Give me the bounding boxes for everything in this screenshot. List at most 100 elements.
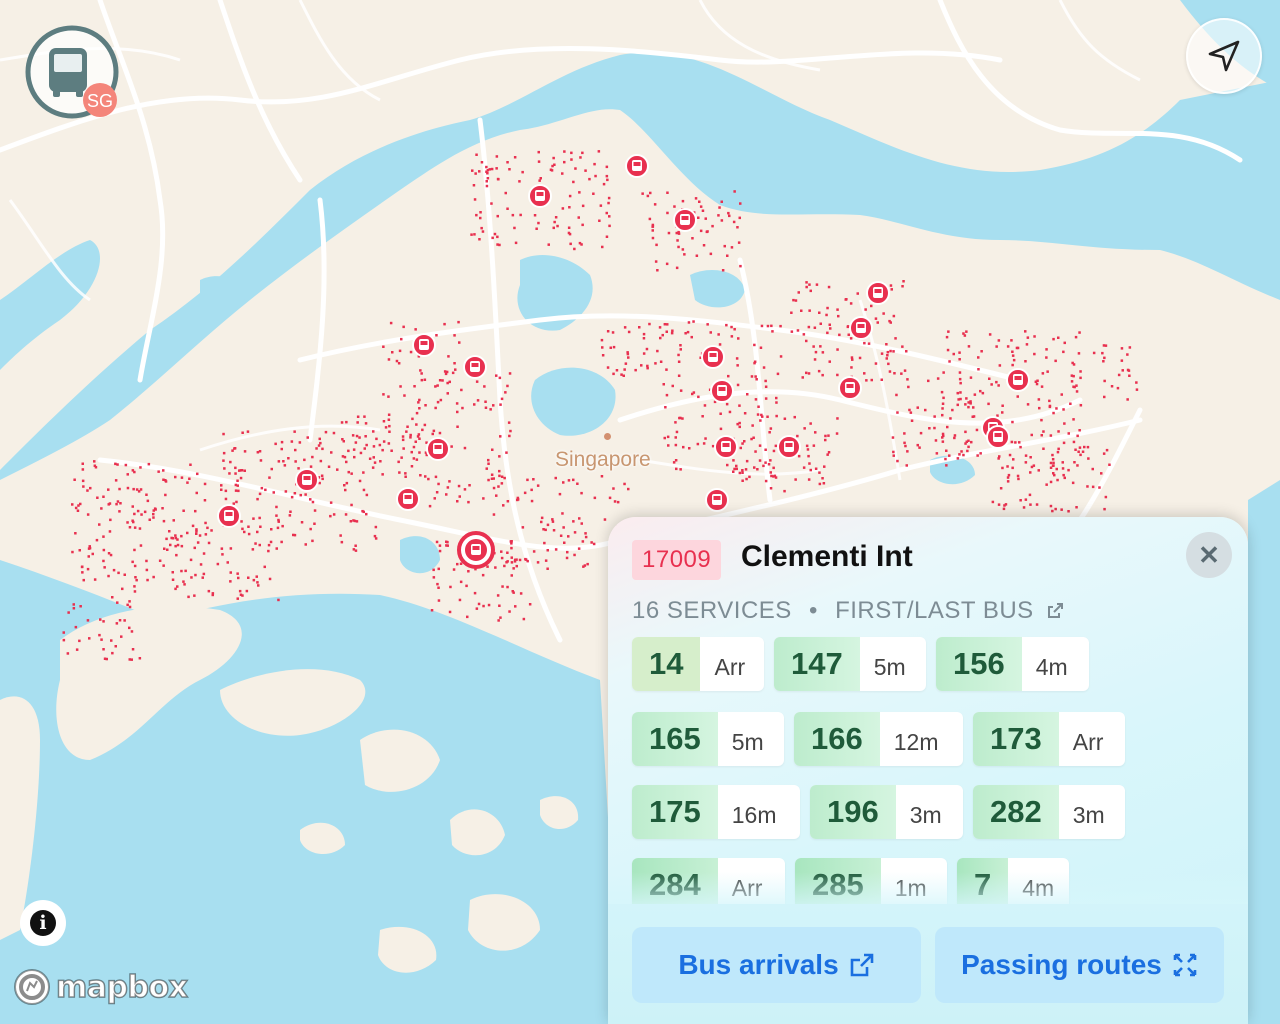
bus-stop-dot[interactable]: [180, 544, 184, 548]
bus-stop-dot[interactable]: [344, 513, 348, 516]
bus-stop-dot[interactable]: [82, 578, 86, 582]
bus-stop-dot[interactable]: [537, 160, 541, 163]
bus-stop-dot[interactable]: [1040, 418, 1043, 422]
bus-stop-dot[interactable]: [164, 493, 167, 497]
bus-stop-dot[interactable]: [409, 436, 412, 439]
bus-stop-dot[interactable]: [355, 434, 359, 438]
bus-stop-dot[interactable]: [800, 309, 803, 313]
bus-stop-dot[interactable]: [886, 350, 890, 354]
bus-stop-dot[interactable]: [733, 328, 736, 331]
bus-stop-dot[interactable]: [240, 469, 244, 472]
bus-stop-dot[interactable]: [116, 463, 119, 466]
bus-stop-dot[interactable]: [1035, 382, 1039, 386]
bus-stop-dot[interactable]: [1135, 388, 1139, 391]
bus-stop-dot[interactable]: [1074, 448, 1077, 452]
bus-stop-dot[interactable]: [540, 516, 544, 520]
bus-stop-dot[interactable]: [1120, 359, 1124, 362]
bus-stop-dot[interactable]: [436, 400, 440, 404]
bus-stop-dot[interactable]: [329, 501, 333, 504]
bus-stop-dot[interactable]: [600, 475, 604, 478]
bus-stop-dot[interactable]: [220, 488, 223, 492]
bus-stop-dot[interactable]: [508, 168, 511, 171]
bus-stop-dot[interactable]: [496, 235, 499, 239]
bus-stop-dot[interactable]: [1024, 498, 1028, 501]
bus-stop-dot[interactable]: [463, 446, 467, 450]
bus-stop-dot[interactable]: [663, 323, 667, 326]
bus-stop-dot[interactable]: [1006, 345, 1010, 348]
bus-stop-dot[interactable]: [796, 434, 799, 438]
bus-stop-dot[interactable]: [679, 348, 683, 351]
bus-stop-dot[interactable]: [1051, 458, 1055, 461]
bus-stop-dot[interactable]: [434, 475, 438, 479]
bus-stop-dot[interactable]: [500, 482, 504, 485]
bus-stop-dot[interactable]: [1072, 418, 1075, 421]
bus-stop-dot[interactable]: [371, 466, 375, 469]
bus-stop-dot[interactable]: [204, 521, 207, 525]
bus-stop-dot[interactable]: [797, 454, 801, 458]
bus-stop-dot[interactable]: [739, 446, 743, 450]
bus-stop-dot[interactable]: [509, 429, 512, 433]
bus-stop-dot[interactable]: [896, 459, 899, 463]
interchange-pin[interactable]: [463, 355, 487, 379]
bus-stop-dot[interactable]: [495, 155, 499, 158]
bus-stop-dot[interactable]: [93, 578, 97, 581]
bus-stop-dot[interactable]: [952, 352, 956, 356]
bus-stop-dot[interactable]: [329, 514, 332, 518]
bus-stop-dot[interactable]: [354, 441, 358, 444]
bus-stop-dot[interactable]: [162, 478, 165, 482]
bus-stop-dot[interactable]: [275, 505, 278, 509]
bus-stop-dot[interactable]: [528, 603, 532, 606]
bus-stop-dot[interactable]: [972, 415, 976, 418]
bus-stop-dot[interactable]: [551, 520, 555, 523]
bus-stop-dot[interactable]: [71, 503, 74, 506]
bus-stop-dot[interactable]: [551, 164, 554, 168]
bus-stop-dot[interactable]: [1049, 434, 1053, 437]
bus-stop-dot[interactable]: [1060, 508, 1063, 511]
bus-stop-dot[interactable]: [613, 500, 617, 503]
bus-stop-dot[interactable]: [1040, 385, 1044, 388]
bus-stop-dot[interactable]: [736, 422, 739, 426]
bus-stop-dot[interactable]: [475, 607, 479, 610]
bus-stop-dot[interactable]: [131, 648, 135, 651]
bus-stop-dot[interactable]: [554, 216, 558, 219]
bus-stop-dot[interactable]: [448, 610, 452, 614]
bus-stop-dot[interactable]: [131, 519, 134, 523]
bus-stop-dot[interactable]: [888, 370, 892, 373]
bus-stop-dot[interactable]: [552, 529, 556, 532]
bus-stop-dot[interactable]: [626, 352, 630, 356]
bus-stop-dot[interactable]: [990, 383, 993, 386]
bus-stop-dot[interactable]: [933, 426, 936, 430]
bus-stop-dot[interactable]: [133, 564, 137, 568]
bus-stop-dot[interactable]: [412, 457, 416, 460]
bus-stop-dot[interactable]: [497, 485, 500, 488]
close-button[interactable]: ✕: [1186, 532, 1232, 578]
bus-stop-dot[interactable]: [738, 471, 742, 475]
bus-stop-dot[interactable]: [1120, 347, 1124, 350]
bus-stop-dot[interactable]: [482, 604, 485, 608]
bus-stop-dot[interactable]: [196, 472, 199, 476]
bus-stop-dot[interactable]: [441, 379, 444, 382]
bus-stop-dot[interactable]: [1033, 352, 1036, 356]
bus-stop-dot[interactable]: [1108, 463, 1111, 467]
bus-stop-dot[interactable]: [340, 540, 344, 544]
bus-stop-dot[interactable]: [487, 478, 490, 482]
bus-stop-dot[interactable]: [483, 385, 486, 388]
bus-stop-dot[interactable]: [562, 481, 565, 484]
bus-stop-dot[interactable]: [907, 385, 910, 389]
bus-stop-dot[interactable]: [264, 488, 267, 492]
bus-stop-dot[interactable]: [272, 491, 276, 494]
bus-stop-dot[interactable]: [191, 524, 195, 528]
bus-stop-dot[interactable]: [592, 192, 595, 196]
bus-stop-dot[interactable]: [268, 476, 271, 479]
bus-stop-dot[interactable]: [945, 464, 948, 467]
bus-stop-dot[interactable]: [919, 431, 923, 435]
bus-stop-dot[interactable]: [819, 322, 823, 326]
bus-stop-dot[interactable]: [284, 490, 288, 493]
bus-stop-dot[interactable]: [506, 161, 509, 164]
bus-stop-dot[interactable]: [623, 368, 626, 371]
bus-stop-dot[interactable]: [510, 561, 514, 564]
bus-stop-dot[interactable]: [569, 242, 572, 246]
bus-stop-dot[interactable]: [573, 553, 576, 557]
bus-stop-dot[interactable]: [77, 504, 80, 507]
bus-stop-dot[interactable]: [375, 437, 378, 441]
